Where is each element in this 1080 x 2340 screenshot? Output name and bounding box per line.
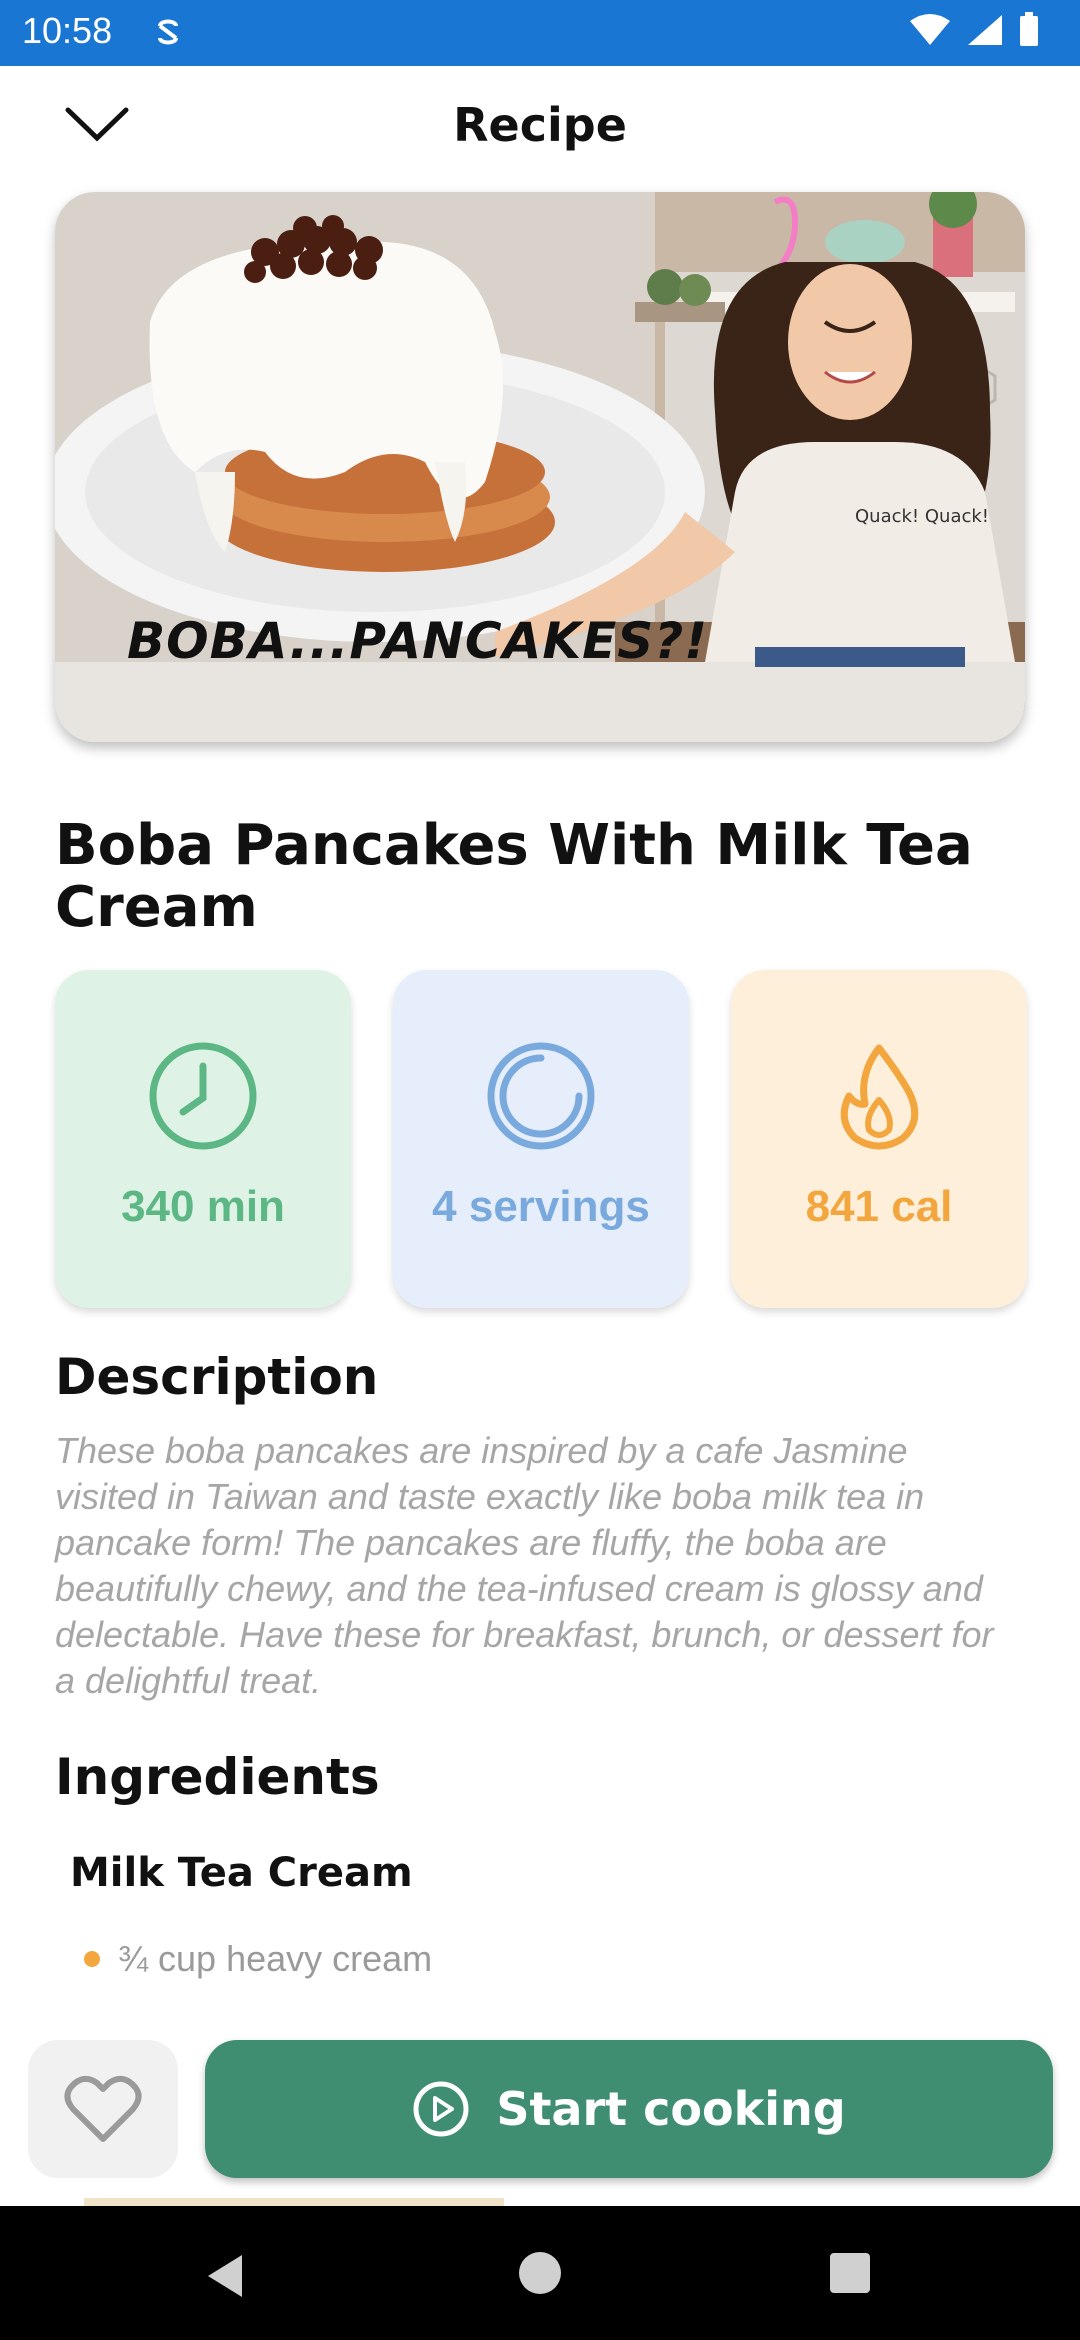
- wifi-icon: [910, 14, 950, 45]
- back-icon[interactable]: [200, 2251, 250, 2301]
- start-cooking-button[interactable]: Start cooking: [205, 2040, 1053, 2178]
- home-icon[interactable]: [518, 2251, 562, 2295]
- recipe-stats: 340 min 4 servings 841 cal: [55, 970, 1027, 1310]
- recents-icon[interactable]: [828, 2251, 872, 2295]
- favorite-button[interactable]: [28, 2040, 178, 2178]
- start-cooking-label: Start cooking: [496, 2082, 846, 2136]
- recipe-title: Boba Pancakes With Milk Tea Cream: [55, 813, 973, 940]
- fire-icon: [840, 1044, 919, 1150]
- play-circle-icon: [413, 2081, 469, 2137]
- calories-value: 841 cal: [805, 1182, 953, 1231]
- bullet-icon: [84, 1951, 100, 1967]
- plate-icon: [487, 1042, 595, 1150]
- ingredient-item-text: ¾ cup heavy cream: [118, 1938, 433, 1979]
- cell-signal-icon: [968, 15, 1002, 45]
- recipe-hero-image: Quack! Quack! BOBA...PANCAKES?!: [55, 192, 1025, 742]
- scrolled-content-peek: [84, 2198, 504, 2206]
- hero-overlay-text: BOBA...PANCAKES?!: [127, 612, 709, 670]
- page-title: Recipe: [453, 98, 627, 152]
- status-bar: 10:58: [0, 0, 1080, 66]
- heart-icon: [64, 2075, 142, 2142]
- system-navigation-bar: [0, 2206, 1080, 2340]
- ingredients-heading: Ingredients: [55, 1748, 380, 1806]
- hero-shirt-text: Quack! Quack!: [855, 506, 989, 527]
- servings-card: 4 servings: [393, 970, 689, 1308]
- cook-time-value: 340 min: [121, 1182, 285, 1231]
- description-text: These boba pancakes are inspired by a ca…: [55, 1430, 994, 1701]
- battery-icon: [1020, 12, 1038, 46]
- calories-card: 841 cal: [731, 970, 1027, 1308]
- ingredient-item: ¾ cup heavy cream: [84, 1938, 432, 1980]
- top-app-bar: Recipe: [0, 66, 1080, 186]
- cook-time-card: 340 min: [55, 970, 351, 1308]
- ingredient-group-title: Milk Tea Cream: [70, 1850, 413, 1896]
- servings-value: 4 servings: [432, 1182, 650, 1231]
- sync-icon: [158, 19, 178, 45]
- clock-icon: [149, 1042, 257, 1150]
- status-time: 10:58: [22, 10, 113, 51]
- description-heading: Description: [55, 1348, 379, 1406]
